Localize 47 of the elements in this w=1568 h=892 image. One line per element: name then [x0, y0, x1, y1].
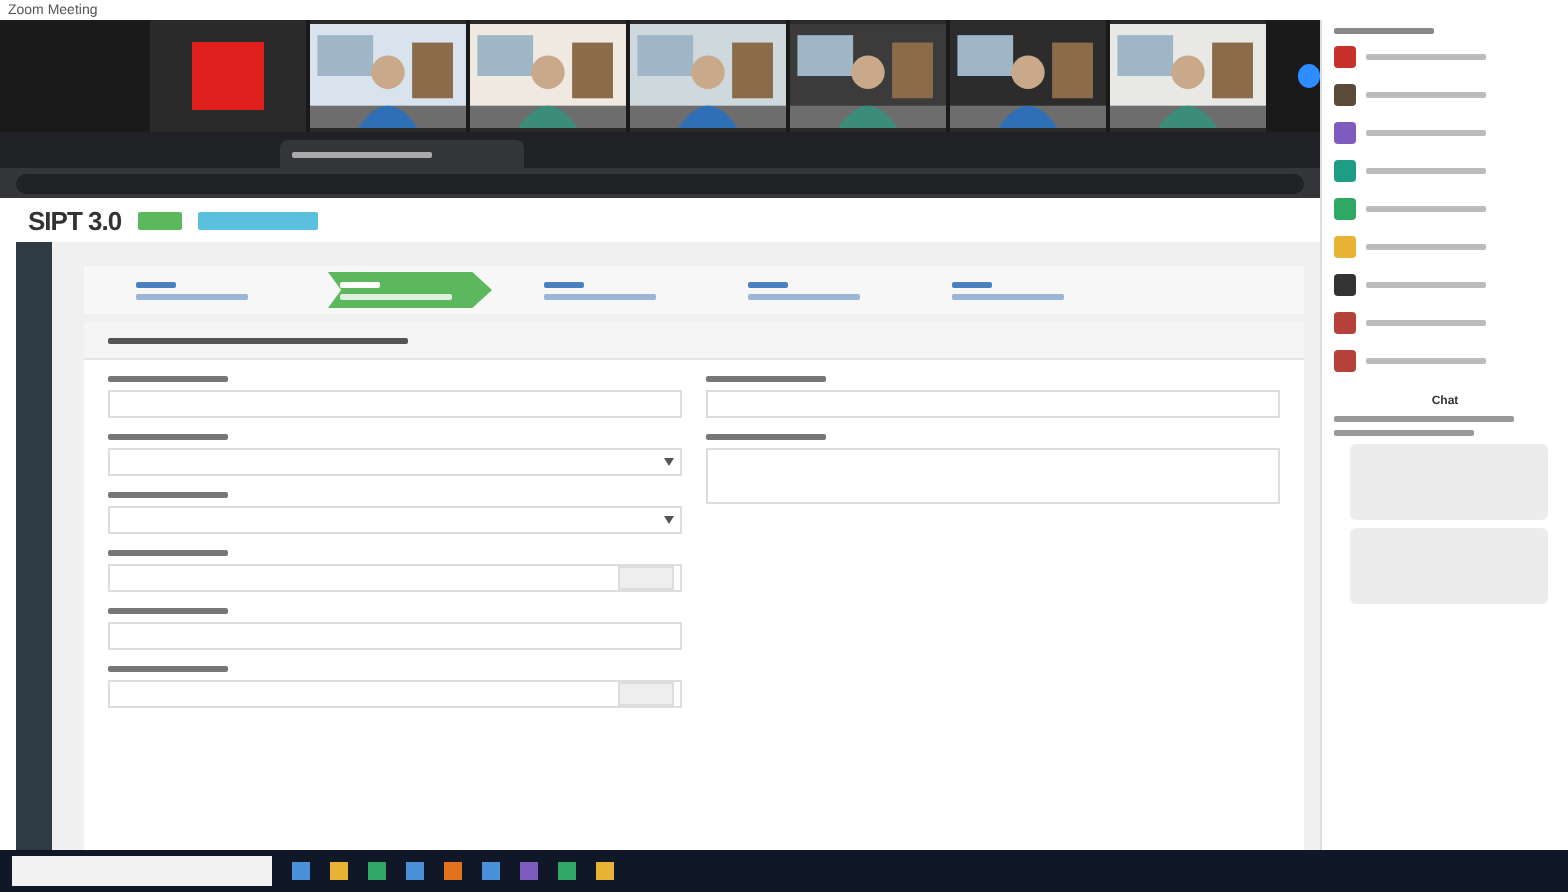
input-field[interactable] [108, 622, 682, 650]
illegible-text [1366, 358, 1486, 364]
input-field[interactable] [108, 680, 682, 708]
text-area[interactable] [706, 448, 1280, 504]
input-field[interactable] [108, 564, 682, 592]
browse-button[interactable] [618, 682, 674, 706]
illegible-text [108, 434, 228, 440]
illegible-text [108, 376, 228, 382]
illegible-text [108, 608, 228, 614]
search-field[interactable] [12, 856, 272, 886]
illegible-text [1334, 430, 1474, 436]
illegible-text [1334, 28, 1434, 34]
taskbar-icon[interactable] [482, 862, 500, 880]
illegible-text [1366, 168, 1486, 174]
taskbar-icon[interactable] [292, 862, 310, 880]
illegible-text [108, 550, 228, 556]
illegible-text [1366, 244, 1486, 250]
taskbar-icon[interactable] [368, 862, 386, 880]
illegible-text [706, 434, 826, 440]
status-badge [137, 211, 182, 229]
illegible-text [1366, 206, 1486, 212]
taskbar-icon[interactable] [406, 862, 424, 880]
browse-button[interactable] [618, 566, 674, 590]
caret-icon [664, 516, 674, 524]
taskbar-icon[interactable] [596, 862, 614, 880]
step-tab[interactable] [328, 272, 492, 308]
illegible-text [108, 492, 228, 498]
taskbar-icon[interactable] [520, 862, 538, 880]
input-field[interactable] [108, 390, 682, 418]
taskbar-icon[interactable] [558, 862, 576, 880]
select-field[interactable] [108, 448, 682, 476]
info-badge [197, 211, 318, 229]
profile-icon[interactable] [1297, 64, 1321, 88]
taskbar-icon[interactable] [330, 862, 348, 880]
illegible-text [706, 376, 826, 382]
browser-tab[interactable] [280, 140, 524, 168]
illegible-text [108, 666, 228, 672]
illegible-text [1366, 54, 1486, 60]
taskbar-icon[interactable] [444, 862, 462, 880]
input-field[interactable] [706, 390, 1280, 418]
illegible-text [1366, 282, 1486, 288]
select-field[interactable] [108, 506, 682, 534]
caret-icon [664, 458, 674, 466]
illegible-text [1366, 320, 1486, 326]
illegible-text [1366, 130, 1486, 136]
app-logo: SIPT 3.0 [28, 205, 122, 235]
illegible-text [1366, 92, 1486, 98]
